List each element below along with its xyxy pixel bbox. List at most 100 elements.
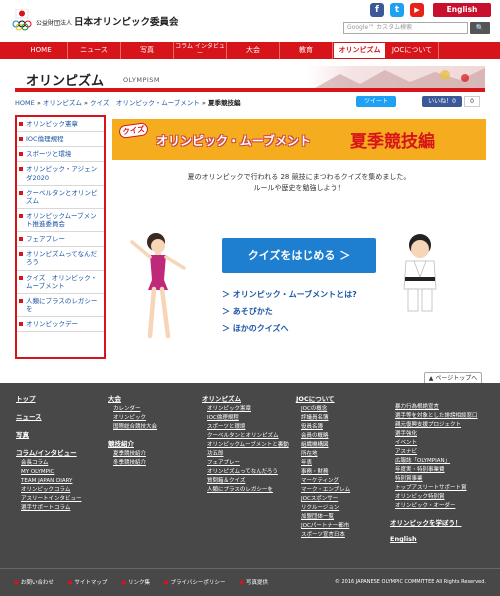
footer-link[interactable]: 会員の概略 — [296, 432, 350, 441]
footer-link[interactable]: 選手等を対象とした誹謗相談窓口 — [390, 412, 478, 421]
link-about-movement[interactable]: ＞ オリンピック・ムーブメントとは? — [222, 289, 357, 300]
tweet-button[interactable]: ツイート — [356, 96, 396, 107]
sidebar-item-environment[interactable]: スポーツと環境 — [17, 147, 104, 163]
footer-link[interactable]: 年度実・特別事業費 — [390, 466, 478, 475]
sidebar-item-olympic-day[interactable]: オリンピックデー — [17, 317, 104, 333]
footer-link[interactable]: リクルージョン — [296, 504, 350, 513]
footer-link[interactable]: 選手強化 — [390, 430, 478, 439]
footer-link[interactable]: イベント — [390, 439, 478, 448]
footer-link[interactable]: アスリートインタビュー — [16, 495, 82, 504]
footer-link[interactable]: 特別賞事業 — [390, 475, 478, 484]
footer-privacy[interactable]: プライバシーポリシー — [164, 580, 226, 586]
footer-link[interactable]: フェアプレー — [202, 459, 289, 468]
footer-link[interactable]: カレンダー — [108, 405, 157, 414]
breadcrumb-home[interactable]: HOME — [15, 99, 35, 107]
footer-link[interactable]: 事務・財務 — [296, 468, 350, 477]
footer-photos[interactable]: 写真 — [16, 429, 82, 439]
footer-link[interactable]: オリンピック特別賞 — [390, 493, 478, 502]
link-other-quizzes[interactable]: ＞ ほかのクイズへ — [222, 323, 357, 334]
sidebar-item-coubertin[interactable]: クーベルタンとオリンピズム — [17, 186, 104, 209]
footer-link[interactable]: 国際総合競技大会 — [108, 423, 157, 432]
sidebar-item-fairplay[interactable]: フェアプレー — [17, 232, 104, 248]
footer-link[interactable]: マーク・エンブレム — [296, 486, 350, 495]
english-button[interactable]: English — [433, 3, 491, 17]
nav-home[interactable]: HOME — [15, 42, 68, 59]
sidebar-item-ethics[interactable]: IOC倫理規程 — [17, 132, 104, 148]
page-top-button[interactable]: ▲ ページトップへ — [424, 372, 482, 383]
footer-link[interactable]: オリンピック憲章 — [202, 405, 289, 414]
footer-link[interactable]: スポーツ宣言日本 — [296, 531, 350, 540]
footer-link[interactable]: クーベルタンとオリンピズム — [202, 432, 289, 441]
footer-photo-credits[interactable]: 写真提供 — [239, 580, 268, 586]
footer-column[interactable]: コラム/インタビュー — [16, 447, 82, 457]
footer-link[interactable]: 評議員名簿 — [296, 414, 350, 423]
footer-link[interactable]: 組織機構図 — [296, 441, 350, 450]
nav-about-joc[interactable]: JOCについて — [386, 42, 439, 59]
joc-logo-icon[interactable] — [10, 9, 34, 33]
nav-column[interactable]: コラム インタビュー — [174, 42, 227, 59]
footer-link[interactable]: 暴力行為根絶宣言 — [390, 403, 478, 412]
footer-games[interactable]: 大会 — [108, 393, 157, 403]
footer-about[interactable]: JOCについて — [296, 393, 350, 403]
footer-link[interactable]: 加盟団体一覧 — [296, 513, 350, 522]
footer-link[interactable]: 年表 — [296, 459, 350, 468]
footer-sitemap[interactable]: サイトマップ — [68, 580, 108, 586]
nav-photos[interactable]: 写真 — [121, 42, 174, 59]
footer-link[interactable]: 選手サポートコラム — [16, 504, 82, 513]
nav-news[interactable]: ニュース — [68, 42, 121, 59]
footer-link[interactable]: 人類にプラスのレガシーを — [202, 486, 289, 495]
nav-games[interactable]: 大会 — [227, 42, 280, 59]
nav-education[interactable]: 教育 — [280, 42, 333, 59]
footer-link[interactable]: オリンピックムーブメントと裏動 — [202, 441, 289, 450]
twitter-icon[interactable]: t — [390, 3, 404, 17]
footer-link[interactable]: オリンピズムってなんだろう — [202, 468, 289, 477]
footer-olympism[interactable]: オリンピズム — [202, 393, 289, 403]
footer-link[interactable]: オリンピック・オーダー — [390, 502, 478, 511]
footer-news[interactable]: ニュース — [16, 411, 82, 421]
link-how-to-play[interactable]: ＞ あそびかた — [222, 306, 357, 317]
footer-link[interactable]: JOCスポンサー — [296, 495, 350, 504]
like-button[interactable]: いいね！0 — [422, 96, 462, 107]
footer-link[interactable]: 会長コラム — [16, 459, 82, 468]
footer-contact[interactable]: お問い合わせ — [14, 580, 54, 586]
search-button[interactable]: 🔍 — [470, 22, 490, 34]
footer-english[interactable]: English — [390, 535, 478, 543]
footer-links[interactable]: リンク集 — [121, 580, 150, 586]
footer-link[interactable]: 役員名簿 — [296, 423, 350, 432]
nav-olympism[interactable]: オリンピズム — [333, 42, 386, 59]
footer-link[interactable]: 冬季競技紹介 — [108, 459, 157, 468]
breadcrumb-quiz[interactable]: クイズ オリンピック・ムーブメント — [90, 99, 200, 107]
footer-link[interactable]: マーケティング — [296, 477, 350, 486]
sidebar-item-agenda2020[interactable]: オリンピック・アジェンダ2020 — [17, 162, 104, 186]
footer-link[interactable]: アスナビ — [390, 448, 478, 457]
footer-link[interactable]: 広報誌「OLYMPIAN」 — [390, 457, 478, 466]
search-input[interactable]: Google™ カスタム検索 — [343, 22, 468, 34]
footer-link[interactable]: オリンピックコラム — [16, 486, 82, 495]
youtube-icon[interactable]: ▶ — [410, 3, 424, 17]
sidebar-item-movement-committee[interactable]: オリンピックムーブメント推進委員会 — [17, 209, 104, 233]
sidebar-item-charter[interactable]: オリンピック憲章 — [17, 117, 104, 133]
footer-link[interactable]: 功五郎 — [202, 450, 289, 459]
footer-link[interactable]: スポーツと環境 — [202, 423, 289, 432]
footer-top[interactable]: トップ — [16, 393, 82, 403]
footer-learn[interactable]: オリンピックを学ぼう！ — [390, 517, 478, 527]
footer-link[interactable]: 親元復興支援プロジェクト — [390, 421, 478, 430]
footer-link[interactable]: JOCパートナー都市 — [296, 522, 350, 531]
footer-link[interactable]: 夏季競技紹介 — [108, 450, 157, 459]
facebook-icon[interactable]: f — [370, 3, 384, 17]
breadcrumb-olympism[interactable]: オリンピズム — [43, 99, 82, 107]
footer-link[interactable]: TEAM JAPAN DIARY — [16, 477, 82, 486]
footer-link[interactable]: JOCの概念 — [296, 405, 350, 414]
sidebar-item-quiz[interactable]: クイズ オリンピック・ムーブメント — [17, 271, 104, 294]
sidebar-item-legacy[interactable]: 人類にプラスのレガシーを — [17, 294, 104, 317]
footer-link[interactable]: 所在地 — [296, 450, 350, 459]
org-name[interactable]: 公益財団法人 日本オリンピック委員会 — [36, 14, 179, 28]
start-quiz-button[interactable]: クイズをはじめる ＞ — [222, 238, 376, 273]
footer-link[interactable]: IOC倫理規程 — [202, 414, 289, 423]
footer-link[interactable]: MY OLYMPIC — [16, 468, 82, 477]
footer-link[interactable]: 質問箱＆クイズ — [202, 477, 289, 486]
sidebar-item-what-is-olympism[interactable]: オリンピズムってなんだろう — [17, 247, 104, 271]
footer-sports[interactable]: 競技紹介 — [108, 438, 157, 448]
footer-link[interactable]: オリンピック — [108, 414, 157, 423]
footer-link[interactable]: トップアスリートサポート賞 — [390, 484, 478, 493]
